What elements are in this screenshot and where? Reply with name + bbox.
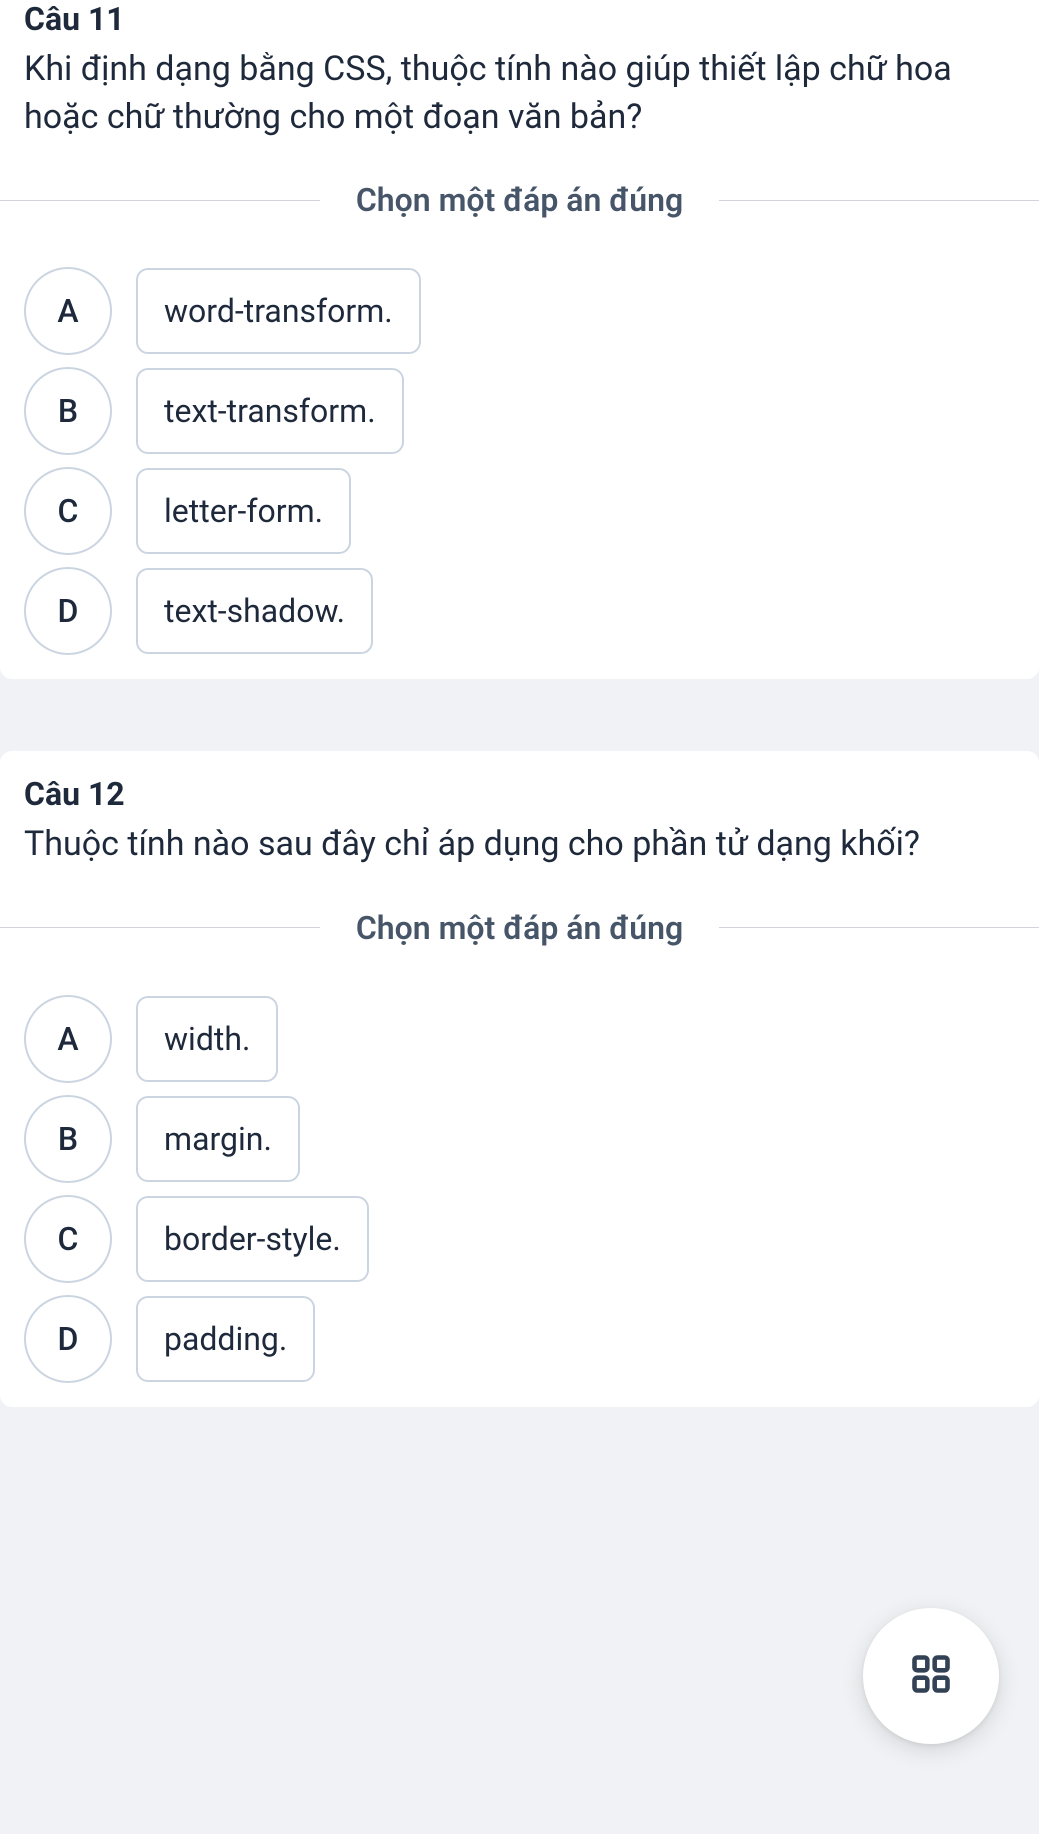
option-letter: A <box>24 995 112 1083</box>
instruction-divider: Chọn một đáp án đúng <box>0 181 1039 219</box>
option-text: text-shadow. <box>136 568 373 654</box>
question-card-11: Câu 11 Khi định dạng bằng CSS, thuộc tín… <box>0 0 1039 679</box>
option-b[interactable]: B text-transform. <box>24 367 1015 455</box>
option-d[interactable]: D text-shadow. <box>24 567 1015 655</box>
divider-line <box>0 927 320 928</box>
grid-menu-button[interactable] <box>863 1608 999 1744</box>
option-a[interactable]: A word-transform. <box>24 267 1015 355</box>
option-d[interactable]: D padding. <box>24 1295 1015 1383</box>
grid-icon <box>909 1652 953 1700</box>
instruction-divider: Chọn một đáp án đúng <box>0 909 1039 947</box>
option-text: padding. <box>136 1296 315 1382</box>
question-text: Khi định dạng bằng CSS, thuộc tính nào g… <box>24 46 1015 141</box>
question-number: Câu 12 <box>24 775 1015 813</box>
option-text: word-transform. <box>136 268 421 354</box>
question-card-12: Câu 12 Thuộc tính nào sau đây chỉ áp dụn… <box>0 751 1039 1407</box>
option-a[interactable]: A width. <box>24 995 1015 1083</box>
option-letter: B <box>24 367 112 455</box>
options-list: A word-transform. B text-transform. C le… <box>24 267 1015 655</box>
instruction-text: Chọn một đáp án đúng <box>320 181 719 219</box>
option-text: margin. <box>136 1096 300 1182</box>
divider-line <box>719 200 1039 201</box>
option-c[interactable]: C letter-form. <box>24 467 1015 555</box>
option-letter: C <box>24 1195 112 1283</box>
option-letter: C <box>24 467 112 555</box>
option-text: border-style. <box>136 1196 369 1282</box>
option-letter: D <box>24 1295 112 1383</box>
option-letter: B <box>24 1095 112 1183</box>
instruction-text: Chọn một đáp án đúng <box>320 909 719 947</box>
option-b[interactable]: B margin. <box>24 1095 1015 1183</box>
option-letter: A <box>24 267 112 355</box>
divider-line <box>719 927 1039 928</box>
options-list: A width. B margin. C border-style. D pad… <box>24 995 1015 1383</box>
divider-line <box>0 200 320 201</box>
option-text: text-transform. <box>136 368 404 454</box>
option-text: width. <box>136 996 278 1082</box>
option-letter: D <box>24 567 112 655</box>
option-c[interactable]: C border-style. <box>24 1195 1015 1283</box>
question-text: Thuộc tính nào sau đây chỉ áp dụng cho p… <box>24 821 1015 869</box>
question-number: Câu 11 <box>24 0 1015 38</box>
option-text: letter-form. <box>136 468 351 554</box>
